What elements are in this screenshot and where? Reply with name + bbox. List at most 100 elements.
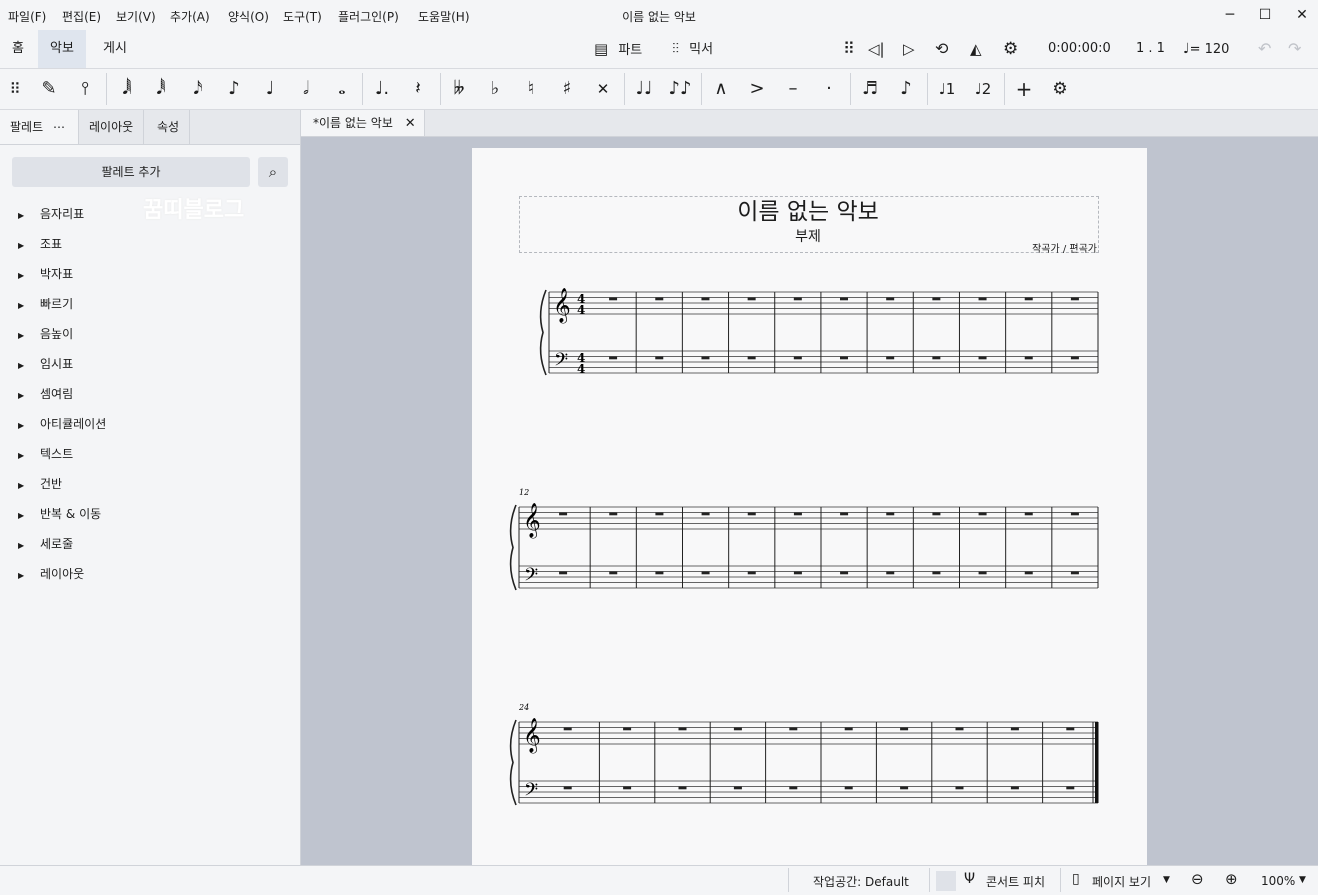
palette-item[interactable]: ▶ 세로줄 [18,534,73,554]
tab-score[interactable]: 악보 [38,30,86,68]
palette-item[interactable]: ▶ 아티큘레이션 [18,414,106,434]
whole-rest [1010,727,1019,731]
tab-properties[interactable]: 속성 [147,110,191,144]
whole-rest [623,786,632,790]
double-sharp-icon[interactable]: ✕ [588,75,618,103]
whole-rest [655,297,664,301]
menu-plugins[interactable]: 플러그인(P) [338,8,399,25]
tie-icon[interactable]: ♩♩ [629,75,659,103]
undo-icon[interactable]: ↶ [1258,38,1271,60]
palette-item[interactable]: ▶ 텍스트 [18,444,73,464]
palette-item[interactable]: ▶ 임시표 [18,354,73,374]
palette-item[interactable]: ▶ 건반 [18,474,62,494]
whole-rest [655,571,664,575]
tab-layout[interactable]: 레이아웃 [79,110,145,144]
menu-file[interactable]: 파일(F) [8,8,46,25]
playback-settings-icon[interactable]: ⚙ [1003,38,1018,60]
menu-format[interactable]: 양식(O) [228,8,269,25]
loop-icon[interactable]: ⟲ [935,38,948,60]
voice-1-icon[interactable]: ♩1 [932,75,962,103]
slur-icon[interactable]: ♪♪ [665,75,695,103]
zoom-out-icon[interactable]: ⊖ [1191,870,1204,888]
view-mode-selector[interactable]: 페이지 보기 [1092,873,1151,890]
whole-rest [609,297,618,301]
palette-panel: 팔레트 ⋯ 레이아웃 속성 팔레트 추가 ⌕ 꿈띠블로그 ▶ 음자리표 ▶ 조표 ▶ 박자… [0,110,301,865]
natural-icon[interactable]: ♮ [516,75,546,103]
menu-edit[interactable]: 편집(E) [62,8,101,25]
menu-help[interactable]: 도움말(H) [418,8,470,25]
tenuto-icon[interactable]: – [778,75,808,103]
add-palette-button[interactable]: 팔레트 추가 [12,157,250,187]
rewind-icon[interactable]: ◁| [868,38,885,60]
redo-icon[interactable]: ↷ [1288,38,1301,60]
eighth-note-icon[interactable]: ♪ [219,75,249,103]
concert-pitch-label[interactable]: 콘서트 피치 [986,873,1045,890]
more-icon[interactable]: ⋯ [53,120,65,134]
time-signature-bottom: 4 [577,303,585,317]
palette-item[interactable]: ▶ 음자리표 [18,204,84,224]
marcato-icon[interactable]: ∧ [706,75,736,103]
drag-handle-icon[interactable]: ⠿ [0,75,30,103]
menu-view[interactable]: 보기(V) [116,8,156,25]
workspace-selector[interactable]: 작업공간: Default [813,873,909,890]
dotted-note-icon[interactable]: ♩. [367,75,397,103]
accent-icon[interactable]: > [742,75,772,103]
score-canvas[interactable]: 이름 없는 악보 부제 작곡가 / 편곡가 𝄞 𝄢 4 4 4 4 𝄞 𝄢 12 𝄞 𝄢 24 [301,137,1318,865]
menu-add[interactable]: 추가(A) [170,8,210,25]
16th-note-icon[interactable]: 𝅘𝅥𝅯 [183,75,213,103]
chevron-down-icon[interactable]: ▼ [1163,875,1170,885]
menu-tools[interactable]: 도구(T) [283,8,322,25]
palette-item[interactable]: ▶ 빠르기 [18,294,73,314]
tab-home[interactable]: 홈 [0,30,36,68]
palette-item[interactable]: ▶ 레이아웃 [18,564,84,584]
whole-rest [701,356,710,360]
palette-item[interactable]: ▶ 셈여림 [18,384,73,404]
half-note-icon[interactable]: 𝅗𝅥 [291,75,321,103]
voice-2-icon[interactable]: ♩2 [968,75,998,103]
32nd-note-icon[interactable]: 𝅘𝅥𝅱 [146,75,176,103]
palette-item[interactable]: ▶ 음높이 [18,324,73,344]
zoom-level[interactable]: 100% [1261,874,1295,888]
add-icon[interactable]: + [1009,75,1039,103]
palette-item[interactable]: ▶ 반복 & 이동 [18,504,101,524]
status-bar: 작업공간: Default Ψ 콘서트 피치 ▯ 페이지 보기 ▼ ⊖ ⊕ 10… [0,865,1318,895]
whole-note-icon[interactable]: 𝅝 [327,75,357,103]
concert-pitch-toggle[interactable] [936,871,956,891]
quarter-note-icon[interactable]: ♩ [255,75,285,103]
whole-rest [840,571,849,575]
close-button[interactable]: ✕ [1285,4,1318,26]
maximize-button[interactable]: ☐ [1248,4,1282,26]
chevron-down-icon[interactable]: ▼ [1299,875,1306,885]
score-systems[interactable]: 𝄞𝄢4444𝄞𝄢12𝄞𝄢24 [472,148,1147,865]
mixer-button[interactable]: ⫶⫶ 믹서 [672,38,713,60]
search-icon[interactable]: ⌕ [258,157,288,187]
palette-item[interactable]: ▶ 조표 [18,234,62,254]
minimize-button[interactable]: ─ [1213,4,1247,26]
note-input-mode-icon[interactable]: ⫯ [70,75,100,103]
parts-button[interactable]: ▤ 파트 [594,38,642,60]
metronome-icon[interactable]: ◭ [970,38,982,60]
pencil-icon[interactable]: ✎ [34,75,64,103]
64th-note-icon[interactable]: 𝅘𝅥𝅲 [112,75,142,103]
flip-direction-icon[interactable]: ♪ [891,75,921,103]
tab-palettes[interactable]: 팔레트 ⋯ [0,110,79,144]
measure-number: 24 [518,703,529,712]
whole-rest [978,297,987,301]
score-page[interactable]: 이름 없는 악보 부제 작곡가 / 편곡가 𝄞 𝄢 4 4 4 4 𝄞 𝄢 12 𝄞 𝄢 24 [472,148,1147,865]
final-barline-thick [1095,722,1099,803]
whole-rest [678,786,687,790]
palette-item[interactable]: ▶ 박자표 [18,264,73,284]
tab-publish[interactable]: 게시 [91,30,139,68]
sharp-icon[interactable]: ♯ [552,75,582,103]
double-flat-icon[interactable]: 𝄫 [444,75,474,103]
zoom-in-icon[interactable]: ⊕ [1225,870,1238,888]
play-icon[interactable]: ▷ [903,38,915,60]
flat-icon[interactable]: ♭ [480,75,510,103]
close-tab-icon[interactable]: ✕ [405,116,416,131]
rest-icon[interactable]: 𝄽 [403,75,433,103]
drag-handle-icon[interactable]: ⠿ [843,38,855,60]
staccato-icon[interactable]: · [814,75,844,103]
tuplet-icon[interactable]: ♬ [855,75,885,103]
toolbar-settings-icon[interactable]: ⚙ [1045,75,1075,103]
document-tab[interactable]: *이름 없는 악보 ✕ [301,110,425,136]
